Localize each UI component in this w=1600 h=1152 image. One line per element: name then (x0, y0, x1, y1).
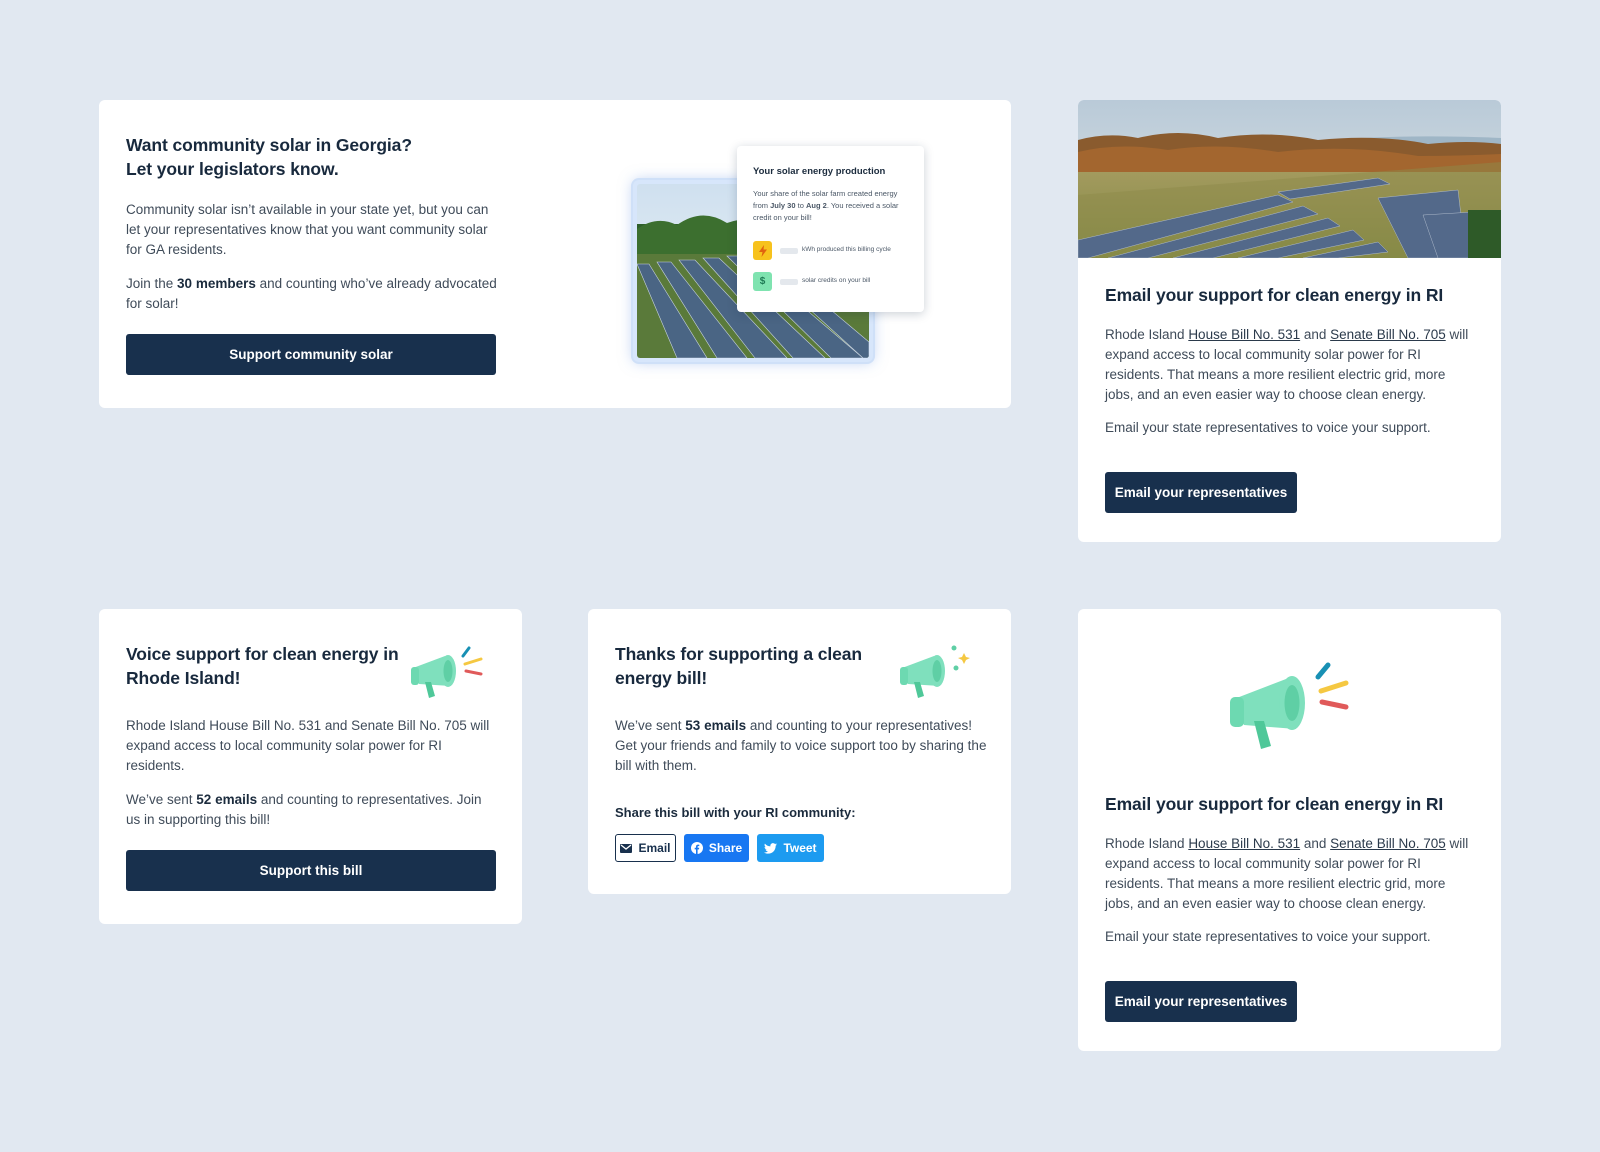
card-description: We’ve sent 53 emails and counting to you… (615, 718, 987, 773)
thanks-for-supporting-card: Thanks for supporting a clean energy bill… (588, 609, 1011, 894)
credits-label: solar credits on your bill (802, 277, 871, 284)
card-title: Email your support for clean energy in R… (1105, 285, 1444, 305)
call-to-action-text: Email your state representatives to voic… (1105, 420, 1431, 435)
share-buttons: Email Share Tweet (615, 834, 835, 862)
placeholder-bar (780, 279, 798, 285)
support-community-solar-button[interactable]: Support community solar (126, 334, 496, 375)
card-title: Thanks for supporting a clean energy bill… (615, 644, 862, 688)
share-twitter-button[interactable]: Tweet (757, 834, 824, 862)
card-title: Voice support for clean energy in Rhode I… (126, 644, 399, 688)
megaphone-icon (1224, 655, 1354, 760)
voice-support-card: Voice support for clean energy in Rhode I… (99, 609, 522, 924)
share-email-button[interactable]: Email (615, 834, 676, 862)
georgia-solar-card: Want community solar in Georgia? Let you… (99, 100, 1011, 408)
email-representatives-button[interactable]: Email your representatives (1105, 472, 1297, 513)
share-facebook-button[interactable]: Share (684, 834, 749, 862)
envelope-icon (620, 843, 633, 853)
kwh-label: kWh produced this billing cycle (802, 246, 891, 253)
card-description: Rhode Island House Bill No. 531 and Sena… (126, 718, 490, 773)
card-description: Community solar isn’t available in your … (126, 202, 489, 257)
house-bill-link[interactable]: House Bill No. 531 (1188, 836, 1300, 851)
card-description: Rhode Island House Bill No. 531 and Sena… (1105, 327, 1469, 402)
senate-bill-link[interactable]: Senate Bill No. 705 (1330, 836, 1446, 851)
facebook-icon (690, 842, 703, 854)
preview-title: Your solar energy production (753, 166, 886, 177)
share-label: Share this bill with your RI community: (615, 805, 856, 820)
preview-text: Your share of the solar farm created ene… (753, 189, 899, 222)
placeholder-bar (780, 248, 798, 254)
emails-count-text: We’ve sent 52 emails and counting to rep… (126, 792, 482, 827)
lightning-bolt-icon (753, 241, 772, 260)
twitter-icon (764, 842, 778, 854)
email-support-ri-card: Email your support for clean energy in R… (1078, 100, 1501, 542)
dollar-icon: $ (753, 272, 772, 291)
members-count-text: Join the 30 members and counting who’ve … (126, 276, 497, 311)
email-support-ri-card-illustrated: Email your support for clean energy in R… (1078, 609, 1501, 1051)
solar-farm-landscape-photo (1078, 100, 1501, 258)
call-to-action-text: Email your state representatives to voic… (1105, 929, 1431, 944)
senate-bill-link[interactable]: Senate Bill No. 705 (1330, 327, 1446, 342)
email-representatives-button[interactable]: Email your representatives (1105, 981, 1297, 1022)
solar-production-preview-card: Your solar energy production Your share … (737, 146, 924, 312)
megaphone-icon (896, 642, 974, 707)
card-title: Email your support for clean energy in R… (1105, 794, 1444, 814)
megaphone-icon (407, 642, 485, 707)
card-description: Rhode Island House Bill No. 531 and Sena… (1105, 836, 1469, 911)
house-bill-link[interactable]: House Bill No. 531 (1188, 327, 1300, 342)
support-bill-button[interactable]: Support this bill (126, 850, 496, 891)
card-title: Want community solar in Georgia? Let you… (126, 135, 412, 179)
